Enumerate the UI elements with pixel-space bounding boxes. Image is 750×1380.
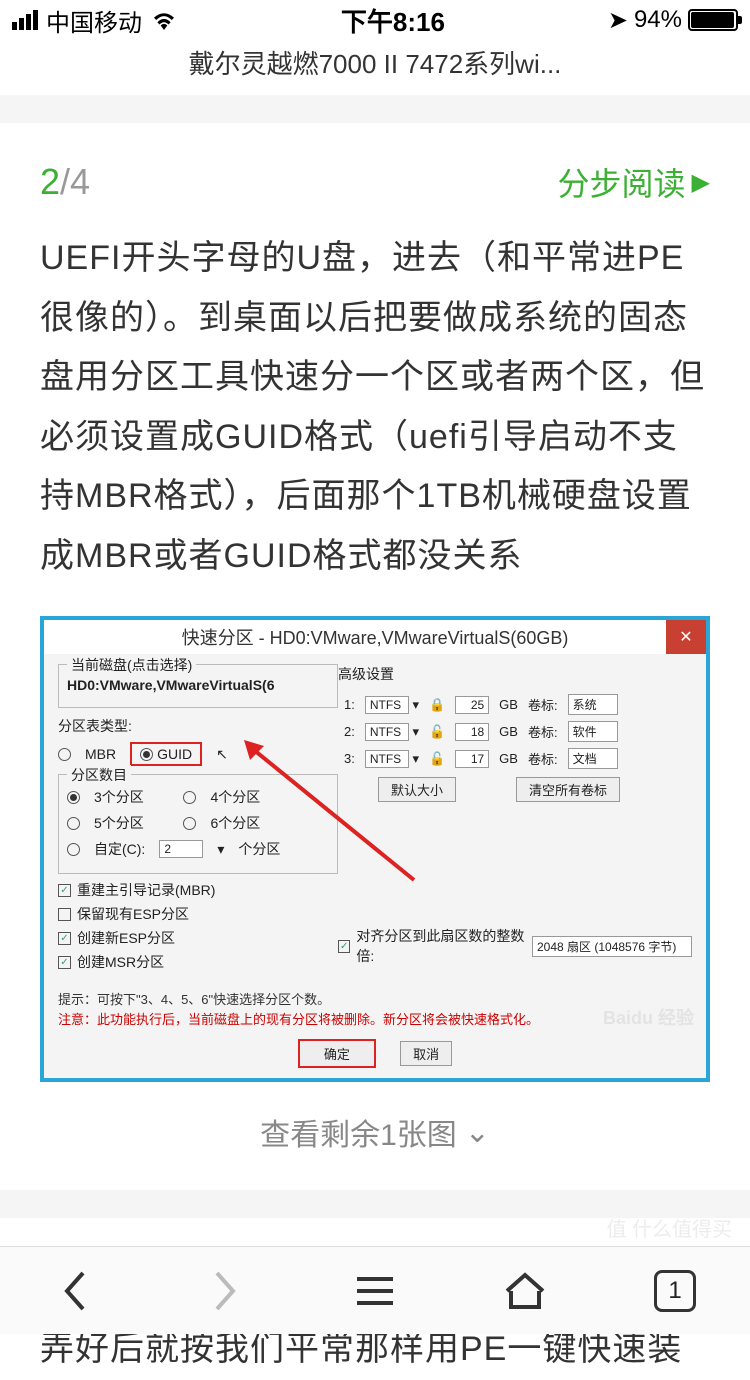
guid-highlight: GUID [130, 742, 202, 766]
status-right: ➤ 94% [608, 6, 738, 35]
partition-table: 1:NTFS ▾🔒25GB卷标:系统2:NTFS ▾🔓18GB卷标:软件3:NT… [338, 690, 624, 773]
radio-mbr [58, 748, 71, 761]
status-bar: 中国移动 下午8:16 ➤ 94% [0, 0, 750, 40]
home-button[interactable] [495, 1261, 555, 1321]
play-icon: ▶ [692, 168, 710, 197]
signal-icon [12, 10, 38, 30]
baidu-watermark: Baidu 经验 [603, 1004, 694, 1030]
step-counter: 2/4 [40, 161, 90, 203]
step-2-text: UEFI开头字母的U盘，进去（和平常进PE很像的）。到桌面以后把要做成系统的固态… [40, 229, 710, 586]
status-left: 中国移动 [12, 3, 178, 38]
radio-guid [140, 748, 153, 761]
page-title: 戴尔灵越燃7000 II 7472系列wi... [0, 40, 750, 95]
dialog-titlebar: 快速分区 - HD0:VMware,VMwareVirtualS(60GB) ✕ [44, 620, 706, 654]
browser-toolbar: 1 [0, 1246, 750, 1334]
partition-dialog-image[interactable]: 快速分区 - HD0:VMware,VMwareVirtualS(60GB) ✕… [40, 616, 710, 1082]
battery-icon [688, 9, 738, 31]
back-button[interactable] [45, 1261, 105, 1321]
wifi-icon [150, 10, 178, 30]
ok-button: 确定 [298, 1039, 376, 1068]
smzdm-watermark: 值 什么值得买 [606, 1213, 732, 1242]
carrier-label: 中国移动 [46, 3, 142, 38]
cancel-button: 取消 [400, 1041, 452, 1066]
step-2-header: 2/4 分步阅读▶ [40, 123, 710, 229]
view-more-images[interactable]: 查看剩余1张图 ⌄ [40, 1082, 710, 1190]
status-time: 下午8:16 [341, 2, 445, 39]
close-icon: ✕ [666, 620, 706, 654]
menu-button[interactable] [345, 1261, 405, 1321]
location-icon: ➤ [608, 6, 628, 35]
cursor-icon: ↖ [216, 746, 228, 763]
chevron-down-icon: ⌄ [465, 1115, 490, 1150]
step-read-button[interactable]: 分步阅读▶ [558, 159, 710, 205]
forward-button[interactable] [195, 1261, 255, 1321]
tabs-button[interactable]: 1 [645, 1261, 705, 1321]
battery-percent: 94% [634, 6, 682, 34]
